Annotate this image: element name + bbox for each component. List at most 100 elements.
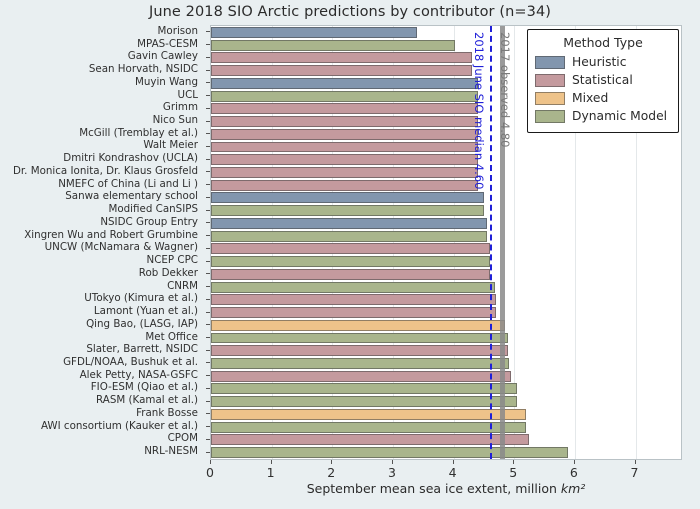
x-tick-mark xyxy=(513,460,515,464)
x-tick-mark xyxy=(270,460,272,464)
legend-label: Dynamic Model xyxy=(572,109,668,123)
bar xyxy=(211,408,527,420)
legend-label: Heuristic xyxy=(572,55,627,69)
y-tick-mark xyxy=(206,107,210,109)
y-tick-mark xyxy=(206,158,210,160)
y-tick-mark xyxy=(206,120,210,122)
bar xyxy=(211,345,509,357)
bar xyxy=(211,268,490,280)
y-tick-label: CNRM xyxy=(167,279,198,292)
bar xyxy=(211,192,484,204)
median-line xyxy=(489,26,492,459)
y-tick-label: McGill (Tremblay et al.) xyxy=(79,126,198,139)
bar xyxy=(211,166,478,178)
bar xyxy=(211,281,495,293)
y-tick-label: Sean Horvath, NSIDC xyxy=(88,63,198,76)
y-tick-label: NMEFC of China (Li and Li ) xyxy=(58,177,198,190)
legend-item[interactable]: Mixed xyxy=(535,89,671,107)
legend-item[interactable]: Statistical xyxy=(535,71,671,89)
legend-swatch xyxy=(535,73,565,87)
bar xyxy=(211,26,418,38)
y-tick-mark xyxy=(206,375,210,377)
y-tick-mark xyxy=(206,44,210,46)
bar xyxy=(211,319,506,331)
legend-title: Method Type xyxy=(563,35,643,50)
y-tick-label: Muyin Wang xyxy=(134,75,198,88)
y-tick-label: Lamont (Yuan et al.) xyxy=(93,305,198,318)
y-tick-mark xyxy=(206,387,210,389)
y-tick-mark xyxy=(206,222,210,224)
x-tick-label: 3 xyxy=(387,465,396,480)
bar xyxy=(211,256,490,268)
bar xyxy=(211,65,472,77)
bar xyxy=(211,179,478,191)
bar xyxy=(211,294,497,306)
legend-swatch xyxy=(535,91,565,105)
y-tick-label: Alek Petty, NASA-GSFC xyxy=(79,368,198,381)
x-tick-label: 2 xyxy=(327,465,336,480)
bar xyxy=(211,307,497,318)
y-tick-mark xyxy=(206,273,210,275)
bar xyxy=(211,396,518,408)
legend-swatch xyxy=(535,109,565,123)
y-tick-label: CPOM xyxy=(167,432,198,445)
y-tick-mark xyxy=(206,95,210,97)
y-tick-label: Frank Bosse xyxy=(136,406,198,419)
y-tick-mark xyxy=(206,209,210,211)
y-tick-label: Morison xyxy=(157,24,198,37)
y-tick-label: FIO-ESM (Qiao et al.) xyxy=(90,381,198,394)
x-tick-label: 5 xyxy=(509,465,518,480)
bar xyxy=(211,103,478,115)
x-tick-label: 1 xyxy=(266,465,275,480)
bar xyxy=(211,77,478,89)
y-tick-mark xyxy=(206,247,210,249)
x-axis-title-units: km² xyxy=(560,481,586,496)
y-tick-label: RASM (Kamal et al.) xyxy=(96,394,198,407)
bar xyxy=(211,243,490,255)
y-tick-label: Met Office xyxy=(145,330,198,343)
y-tick-label: UCL xyxy=(177,88,198,101)
legend-item[interactable]: Dynamic Model xyxy=(535,107,671,125)
y-tick-label: NSIDC Group Entry xyxy=(100,215,198,228)
observed-line-label: 2017 observed 4.80 xyxy=(498,32,513,148)
y-tick-mark xyxy=(206,260,210,262)
legend-items: Heuristic Statistical Mixed Dynamic Model xyxy=(535,53,671,125)
bar xyxy=(211,52,472,64)
legend-label: Mixed xyxy=(572,91,609,105)
legend-item[interactable]: Heuristic xyxy=(535,53,671,71)
bar xyxy=(211,383,518,395)
y-tick-mark xyxy=(206,438,210,440)
bar xyxy=(211,217,487,229)
y-tick-mark xyxy=(206,286,210,288)
y-tick-label: AWI consortium (Kauker et al.) xyxy=(40,419,198,432)
y-axis-labels: Morison MPAS-CESM Gavin Cawley Sean Horvath… xyxy=(0,24,210,460)
y-tick-label: Dr. Monica Ionita, Dr. Klaus Grosfeld xyxy=(12,164,198,177)
y-tick-label: NCEP CPC xyxy=(146,254,198,267)
x-tick-mark xyxy=(452,460,454,464)
y-tick-mark xyxy=(206,196,210,198)
x-tick-mark xyxy=(331,460,333,464)
y-tick-mark xyxy=(206,324,210,326)
y-tick-label: Modified CanSIPS xyxy=(108,203,198,216)
bar xyxy=(211,205,484,217)
x-tick-label: 0 xyxy=(206,465,214,480)
y-tick-mark xyxy=(206,82,210,84)
chart-title: June 2018 SIO Arctic predictions by cont… xyxy=(148,4,552,20)
y-tick-mark xyxy=(206,426,210,428)
bar xyxy=(211,358,510,369)
x-tick-label: 4 xyxy=(448,465,457,480)
y-tick-mark xyxy=(206,400,210,402)
y-tick-label: Gavin Cawley xyxy=(127,50,198,63)
bar xyxy=(211,370,512,382)
legend: Method Type Heuristic Statistical Mixed Dyn… xyxy=(527,29,679,133)
bar xyxy=(211,141,478,153)
x-tick-mark xyxy=(573,460,575,464)
y-tick-label: Walt Meier xyxy=(143,139,198,152)
bar xyxy=(211,332,509,344)
x-axis-title-text: September mean sea ice extent, million xyxy=(306,481,561,496)
y-tick-label: Slater, Barrett, NSIDC xyxy=(86,343,198,356)
y-tick-mark xyxy=(206,413,210,415)
y-tick-mark xyxy=(206,235,210,237)
bar xyxy=(211,128,478,140)
bar xyxy=(211,434,530,446)
